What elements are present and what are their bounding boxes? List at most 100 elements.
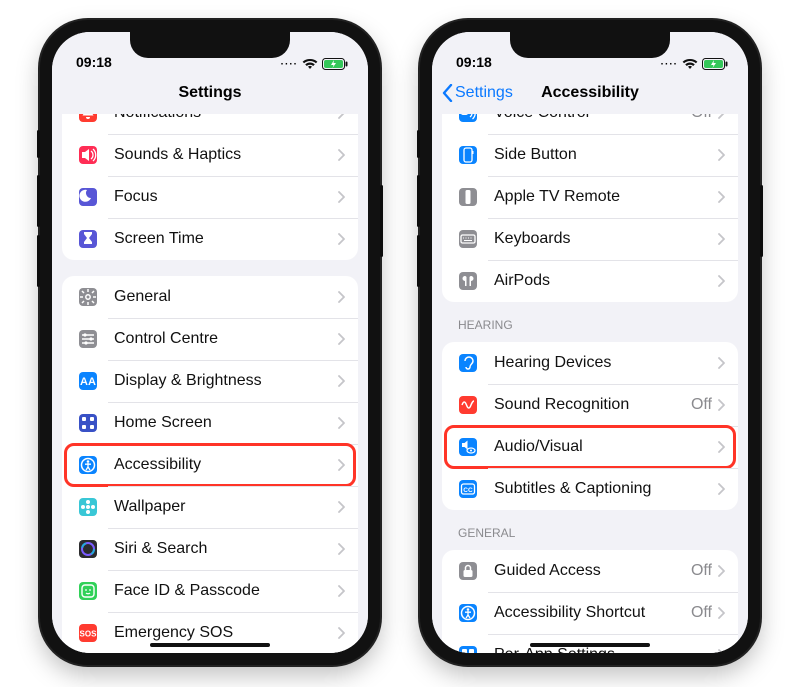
chevron-right-icon [338,191,346,203]
back-button[interactable]: Settings [442,72,513,114]
status-right: ···· [661,58,728,70]
row-accessibility[interactable]: Accessibility [62,444,358,486]
page-title: Accessibility [541,84,639,102]
row-label: General [114,288,338,306]
aa-icon: AA [74,367,102,395]
row-label: Focus [114,188,338,206]
row-wallpaper[interactable]: Wallpaper [62,486,358,528]
row-label: Apple TV Remote [494,188,718,206]
ear-icon [454,349,482,377]
row-side-button[interactable]: Side Button [442,134,738,176]
chevron-right-icon [718,233,726,245]
row-label: Emergency SOS [114,624,338,642]
row-label: Display & Brightness [114,372,338,390]
home-indicator[interactable] [150,643,270,647]
row-home-screen[interactable]: Home Screen [62,402,358,444]
nav-bar: Settings [52,72,368,114]
row-label: Accessibility Shortcut [494,604,691,622]
row-face-id-passcode[interactable]: Face ID & Passcode [62,570,358,612]
sos-icon: SOS [74,619,102,647]
row-keyboards[interactable]: Keyboards [442,218,738,260]
face-icon [74,577,102,605]
wave-icon [454,391,482,419]
row-label: AirPods [494,272,718,290]
row-airpods[interactable]: AirPods [442,260,738,302]
wifi-icon [682,58,698,70]
row-label: Face ID & Passcode [114,582,338,600]
row-value: Off [691,562,712,580]
phone-left: 09:18 ···· Settings NotificationsSounds … [40,20,380,665]
home-indicator[interactable] [530,643,650,647]
svg-text:SOS: SOS [80,630,97,639]
voice-icon [454,114,482,127]
chevron-right-icon [718,441,726,453]
airpods-icon [454,267,482,295]
row-label: Audio/Visual [494,438,718,456]
row-value: Off [691,396,712,414]
row-control-centre[interactable]: Control Centre [62,318,358,360]
row-hearing-devices[interactable]: Hearing Devices [442,342,738,384]
chevron-right-icon [718,191,726,203]
battery-charging-icon [702,58,728,70]
row-subtitles-captioning[interactable]: CC Subtitles & Captioning [442,468,738,510]
accessibility-list[interactable]: Voice ControlOffSide ButtonApple TV Remo… [432,114,748,653]
status-time: 09:18 [456,54,492,70]
row-label: Sound Recognition [494,396,691,414]
lock-icon [454,557,482,585]
group-header: Hearing [458,318,748,332]
chevron-right-icon [338,627,346,639]
status-time: 09:18 [76,54,112,70]
row-label: Voice Control [494,114,691,122]
row-voice-control[interactable]: Voice ControlOff [442,114,738,134]
moon-icon [74,183,102,211]
chevron-right-icon [718,607,726,619]
row-label: Side Button [494,146,718,164]
chevron-right-icon [338,501,346,513]
flower-icon [74,493,102,521]
row-accessibility-shortcut[interactable]: Accessibility ShortcutOff [442,592,738,634]
nav-bar: Settings Accessibility [432,72,748,114]
settings-list[interactable]: NotificationsSounds & Haptics Focus Screen… [52,114,368,653]
row-label: Guided Access [494,562,691,580]
row-sounds-haptics[interactable]: Sounds & Haptics [62,134,358,176]
cellular-icon: ···· [281,59,298,70]
phone-right: 09:18 ···· Settings Accessibility Voice … [420,20,760,665]
chevron-right-icon [338,543,346,555]
screen-left: 09:18 ···· Settings NotificationsSounds … [52,32,368,653]
row-apple-tv-remote[interactable]: Apple TV Remote [442,176,738,218]
row-value: Off [691,114,712,122]
chevron-right-icon [338,585,346,597]
notch [510,32,670,58]
row-guided-access[interactable]: Guided AccessOff [442,550,738,592]
row-label: Keyboards [494,230,718,248]
chevron-right-icon [338,149,346,161]
gear-icon [74,283,102,311]
chevron-right-icon [718,483,726,495]
row-label: Accessibility [114,456,338,474]
row-audio-visual[interactable]: Audio/Visual [442,426,738,468]
page-title: Settings [178,84,241,102]
row-general[interactable]: General [62,276,358,318]
svg-text:CC: CC [463,487,473,494]
row-sound-recognition[interactable]: Sound RecognitionOff [442,384,738,426]
row-siri-search[interactable]: Siri & Search [62,528,358,570]
row-focus[interactable]: Focus [62,176,358,218]
keyboard-icon [454,225,482,253]
chevron-right-icon [718,649,726,653]
cellular-icon: ···· [661,59,678,70]
row-notifications[interactable]: Notifications [62,114,358,134]
cc-icon: CC [454,475,482,503]
settings-group: Hearing DevicesSound RecognitionOffAudio… [442,342,738,510]
chevron-right-icon [338,333,346,345]
row-screen-time[interactable]: Screen Time [62,218,358,260]
chevron-right-icon [718,357,726,369]
sliders-icon [74,325,102,353]
chevron-right-icon [338,291,346,303]
row-label: Subtitles & Captioning [494,480,718,498]
hourglass-icon [74,225,102,253]
row-label: Wallpaper [114,498,338,516]
row-label: Control Centre [114,330,338,348]
row-display-brightness[interactable]: AA Display & Brightness [62,360,358,402]
group-header: General [458,526,748,540]
row-label: Per-App Settings [494,646,718,653]
